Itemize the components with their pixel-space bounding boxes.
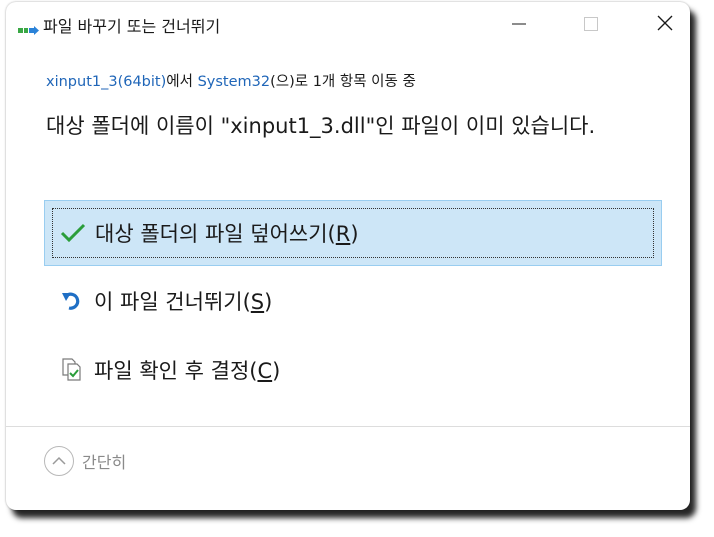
replace-skip-dialog: 파일 바꾸기 또는 건너뛰기 xinput1_3(64bit)에서 System… [6,2,690,510]
chevron-up-icon [44,446,74,476]
operation-description: xinput1_3(64bit)에서 System32(으)로 1개 항목 이동… [46,70,416,91]
fewer-details-button[interactable]: 간단히 [44,444,126,478]
close-button[interactable] [642,2,688,48]
destination-folder-link[interactable]: System32 [198,74,271,90]
focus-ring [52,208,654,258]
fewer-details-label: 간단히 [82,453,127,472]
window-title: 파일 바꾸기 또는 건너뛰기 [43,17,221,36]
skip-file-option[interactable]: 이 파일 건너뛰기(S) [44,268,662,334]
minimize-button[interactable] [496,2,542,48]
compare-files-option[interactable]: 파일 확인 후 결정(C) [44,337,662,403]
maximize-button [568,2,614,48]
skip-file-label: 이 파일 건너뛰기(S) [94,290,273,314]
footer-divider [6,426,690,427]
compare-files-icon [58,356,86,384]
title-bar: 파일 바꾸기 또는 건너뛰기 [6,2,690,48]
undo-arrow-icon [58,287,86,315]
conflict-message: 대상 폴더에 이름이 "xinput1_3.dll"인 파일이 이미 있습니다. [46,114,596,138]
replace-file-option[interactable]: 대상 폴더의 파일 덮어쓰기(R) [44,200,662,266]
maximize-icon [584,16,598,35]
minimize-icon [512,16,526,35]
operation-text: (으)로 1개 항목 이동 중 [270,74,416,90]
compare-files-label: 파일 확인 후 결정(C) [94,359,281,383]
source-folder-link[interactable]: xinput1_3(64bit) [46,74,166,90]
close-icon [657,15,673,35]
source-text: 에서 [166,74,198,90]
file-move-icon [18,22,40,35]
